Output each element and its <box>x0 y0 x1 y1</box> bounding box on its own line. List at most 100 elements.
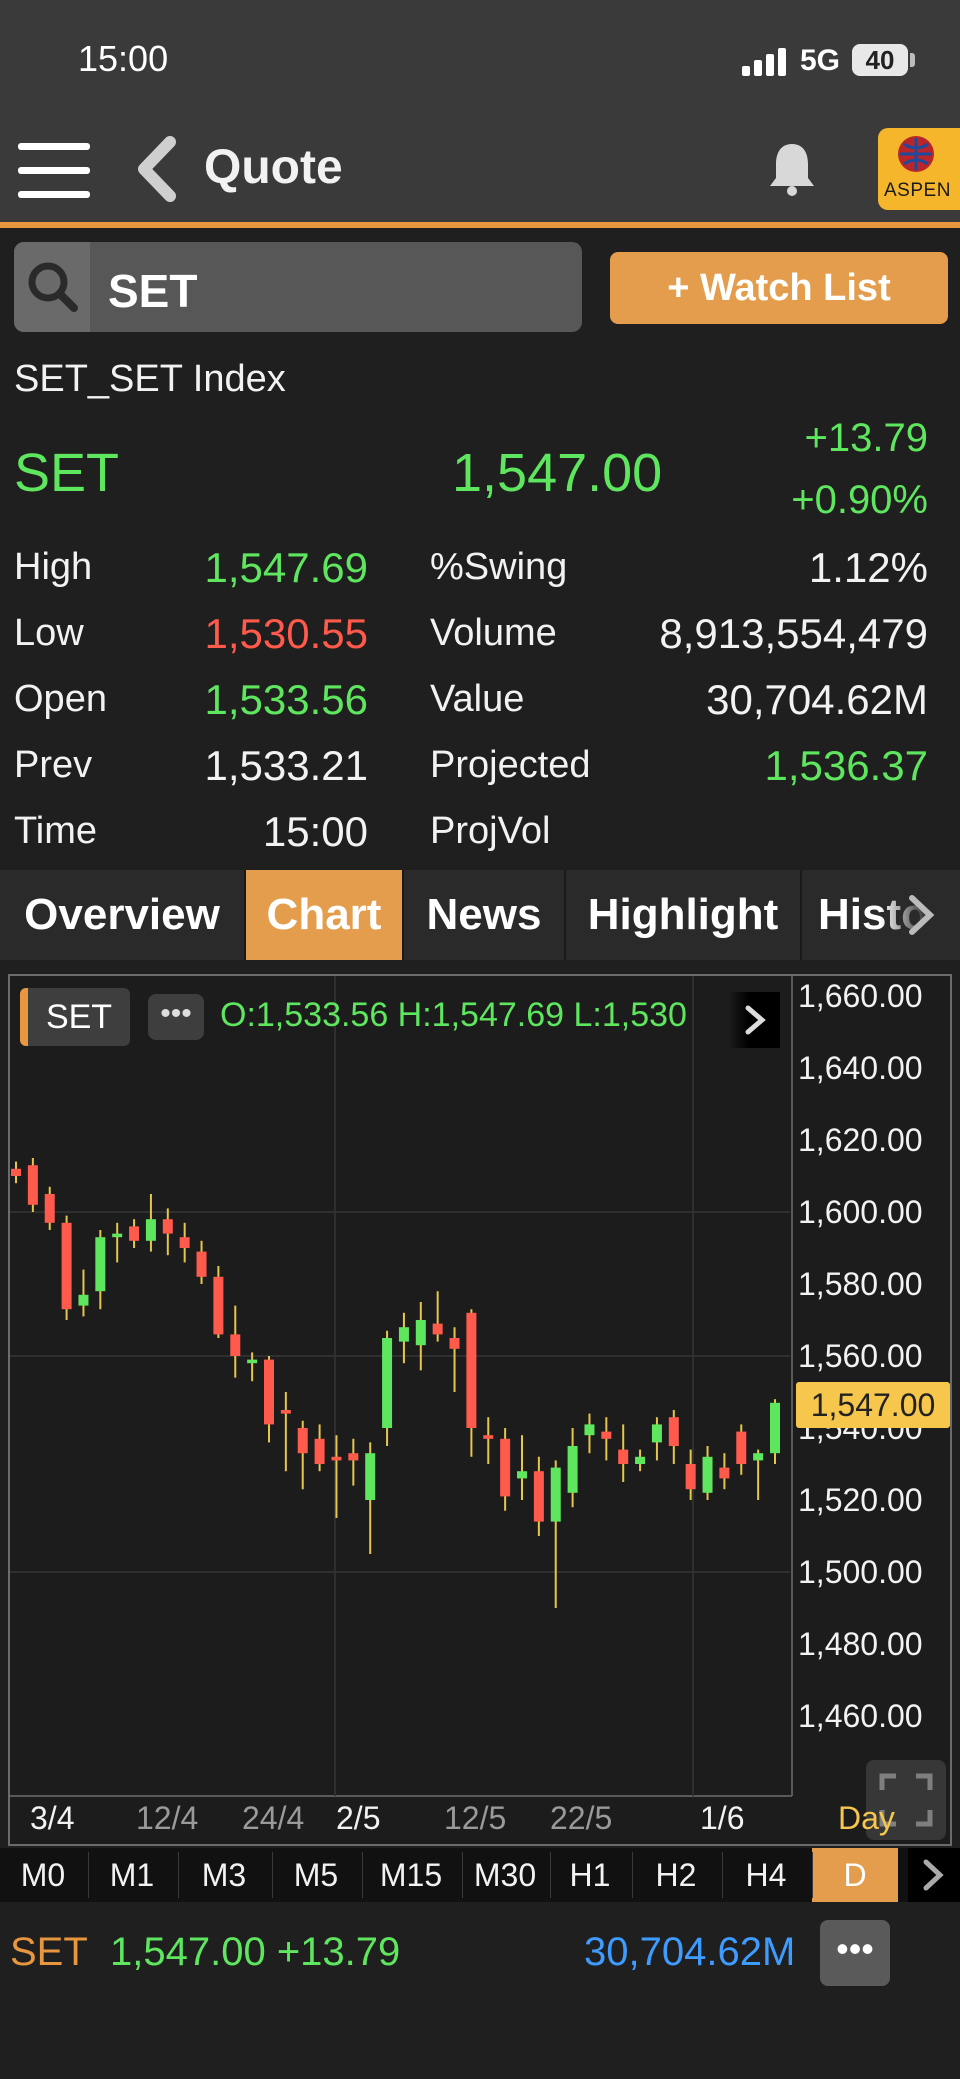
candle-body <box>517 1471 527 1479</box>
candle-body <box>584 1424 595 1436</box>
candle-body <box>770 1402 780 1454</box>
chart-more-button[interactable]: ••• <box>148 994 204 1040</box>
candle <box>449 1327 460 1392</box>
candle <box>466 1309 477 1457</box>
candle-body <box>753 1453 764 1461</box>
candle <box>145 1194 156 1252</box>
tab-news[interactable]: News <box>404 870 564 960</box>
tab-highlight[interactable]: Highlight <box>566 870 800 960</box>
interval-m5[interactable]: M5 <box>272 1848 360 1902</box>
candle <box>584 1413 595 1454</box>
candle-body <box>95 1237 106 1292</box>
x-tick-label: 1/6 <box>700 1800 745 1836</box>
candle <box>44 1186 55 1230</box>
candle <box>668 1410 679 1464</box>
candle <box>95 1230 106 1310</box>
stat-label-projected: Projected <box>430 744 591 786</box>
interval-h4[interactable]: H4 <box>722 1848 810 1902</box>
candle-body <box>196 1251 207 1277</box>
interval-separator <box>812 1852 813 1898</box>
candle <box>432 1291 443 1342</box>
candle <box>78 1269 89 1317</box>
candle-body <box>61 1222 72 1310</box>
candle-body <box>314 1438 325 1464</box>
candle <box>213 1266 224 1338</box>
interval-separator <box>462 1852 463 1898</box>
interval-h1[interactable]: H1 <box>550 1848 630 1902</box>
candle-body <box>162 1219 173 1234</box>
interval-separator <box>88 1852 89 1898</box>
interval-separator <box>362 1852 363 1898</box>
stat-value-open: 1,533.56 <box>204 676 369 723</box>
candle-body <box>651 1424 662 1443</box>
candle-body <box>27 1165 38 1205</box>
interval-separator <box>632 1852 633 1898</box>
candle-body <box>500 1438 511 1497</box>
stat-label-volume: Volume <box>430 612 557 654</box>
candle-body <box>466 1312 477 1428</box>
candle-body <box>601 1431 612 1439</box>
chart-ohlc-expand-icon[interactable] <box>728 992 780 1048</box>
y-tick-label: 1,660.00 <box>798 978 923 1014</box>
tab-chart[interactable]: Chart <box>246 870 402 960</box>
stat-label-prev: Prev <box>14 744 93 786</box>
tab-overview[interactable]: Overview <box>0 870 244 960</box>
bottom-more-button[interactable]: ••• <box>820 1920 890 1986</box>
candle-body <box>567 1446 578 1493</box>
logo-text: ASPEN <box>884 180 951 201</box>
candle-body <box>382 1338 393 1428</box>
candle <box>230 1305 241 1378</box>
interval-d[interactable]: D <box>812 1848 898 1902</box>
interval-m1[interactable]: M1 <box>88 1848 176 1902</box>
candle-body <box>348 1453 359 1461</box>
search-icon[interactable] <box>14 242 90 332</box>
candle-body <box>449 1338 460 1349</box>
candle-body <box>213 1276 224 1335</box>
candle <box>415 1302 426 1371</box>
interval-m15[interactable]: M15 <box>362 1848 460 1902</box>
candle <box>618 1424 629 1482</box>
candle <box>61 1215 72 1320</box>
current-price-tag: 1,547.00 <box>796 1382 950 1428</box>
candle <box>365 1442 376 1554</box>
add-watch-list-button[interactable]: + Watch List <box>610 252 948 324</box>
candle <box>27 1158 38 1212</box>
search-input[interactable] <box>14 242 582 332</box>
stat-label-high: High <box>14 546 93 588</box>
candle-body <box>230 1334 241 1356</box>
search-value[interactable]: SET <box>108 264 197 318</box>
candle <box>314 1424 325 1472</box>
back-icon[interactable] <box>134 136 178 202</box>
bottom-last-change: 1,547.00 +13.79 <box>110 1930 401 1974</box>
candle <box>601 1417 612 1461</box>
bottom-symbol: SET <box>10 1930 88 1974</box>
signal-icon <box>742 46 792 76</box>
chart-ohlc-readout: O:1,533.56 H:1,547.69 L:1,530 <box>220 996 687 1034</box>
y-tick-label: 1,580.00 <box>798 1266 923 1302</box>
interval-m0[interactable]: M0 <box>0 1848 86 1902</box>
candle <box>129 1219 140 1248</box>
candle-body <box>719 1467 730 1479</box>
interval-h2[interactable]: H2 <box>632 1848 720 1902</box>
candle <box>702 1446 713 1500</box>
candle-body <box>11 1168 21 1176</box>
menu-icon[interactable] <box>18 143 90 199</box>
bell-icon[interactable] <box>766 140 818 198</box>
interval-next-icon[interactable] <box>908 1848 960 1902</box>
candle <box>162 1208 173 1256</box>
interval-m30[interactable]: M30 <box>462 1848 548 1902</box>
candle-body <box>685 1464 696 1490</box>
candle <box>533 1456 544 1536</box>
chart-symbol-badge[interactable]: SET <box>20 988 130 1046</box>
interval-separator <box>550 1852 551 1898</box>
y-tick-label: 1,620.00 <box>798 1122 923 1158</box>
stat-value-value: 30,704.62M <box>706 676 928 723</box>
candle <box>550 1460 561 1608</box>
candle <box>719 1453 730 1490</box>
interval-separator <box>178 1852 179 1898</box>
stat-label-low: Low <box>14 612 84 654</box>
battery-cap <box>910 53 915 67</box>
candle-body <box>618 1449 629 1464</box>
interval-m3[interactable]: M3 <box>178 1848 270 1902</box>
y-tick-label: 1,500.00 <box>798 1554 923 1590</box>
